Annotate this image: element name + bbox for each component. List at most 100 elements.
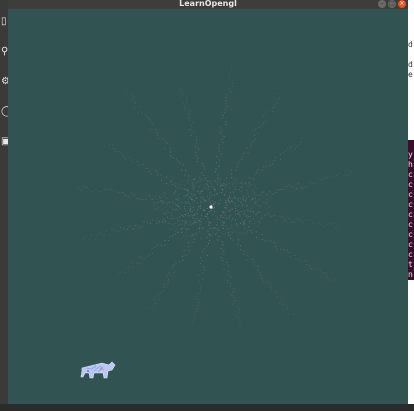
particle [95, 238, 97, 240]
particle [142, 163, 144, 165]
particle [182, 215, 184, 216]
particle [335, 227, 337, 229]
particle [224, 214, 226, 216]
particle [175, 203, 177, 205]
particle [220, 216, 222, 218]
particle [248, 182, 250, 184]
particle [110, 189, 112, 190]
particle [209, 193, 210, 195]
particle [197, 293, 199, 294]
particle [267, 213, 269, 215]
particle [207, 180, 209, 182]
minimize-button[interactable]: – [378, 0, 386, 8]
particle [263, 202, 265, 204]
particle [153, 202, 155, 204]
opengl-window[interactable]: LearnOpengl – □ × [8, 0, 408, 404]
particle [118, 273, 120, 275]
particle [216, 232, 218, 234]
particle [227, 270, 229, 272]
particle [198, 228, 200, 230]
particle [350, 171, 352, 173]
particle [338, 173, 340, 174]
particle [108, 143, 110, 145]
particle [224, 236, 226, 238]
particle [214, 227, 216, 229]
particle [233, 287, 235, 289]
particle [171, 228, 173, 230]
particle [163, 287, 165, 289]
particle [86, 186, 88, 188]
particle [216, 238, 218, 240]
particle [251, 210, 253, 212]
particle [184, 208, 186, 210]
particle [229, 76, 231, 78]
particle [302, 187, 303, 189]
particle [264, 240, 266, 242]
particle [216, 180, 218, 182]
particle [235, 185, 237, 187]
particle [273, 104, 275, 106]
close-button[interactable]: × [398, 0, 406, 8]
particle [248, 177, 250, 179]
particle [219, 185, 221, 187]
particle [133, 100, 135, 102]
particle [131, 192, 133, 194]
particle [113, 148, 115, 150]
particle [234, 196, 236, 198]
particle [263, 122, 265, 124]
particle [205, 187, 207, 189]
particle [247, 230, 249, 232]
maximize-button[interactable]: □ [388, 0, 396, 8]
particle [182, 215, 184, 217]
render-viewport[interactable] [8, 9, 408, 404]
particle [119, 192, 121, 193]
particle [170, 218, 172, 219]
particle [92, 191, 93, 193]
particle [145, 199, 147, 201]
particle [304, 186, 306, 188]
particle [201, 189, 203, 191]
particle [321, 178, 323, 180]
particle [252, 141, 254, 143]
particle [345, 174, 347, 176]
particle [244, 232, 246, 234]
particle [253, 178, 255, 180]
particle [166, 198, 168, 200]
particle [164, 245, 166, 246]
desktop-bottom [0, 404, 414, 411]
particle [206, 254, 208, 256]
particle [234, 300, 236, 302]
particle [255, 231, 257, 233]
window-titlebar[interactable]: LearnOpengl – □ × [8, 0, 408, 9]
particle [266, 202, 267, 204]
particle [262, 115, 264, 117]
particle [229, 73, 231, 75]
particle [162, 138, 164, 140]
particle [196, 139, 198, 141]
particle [181, 220, 183, 222]
particle [203, 199, 205, 201]
particle [187, 182, 189, 184]
particle [164, 140, 166, 142]
particle [266, 110, 268, 112]
particle [171, 215, 173, 217]
particle [182, 259, 184, 261]
particle [217, 179, 219, 181]
particle [174, 222, 176, 224]
particle [251, 232, 253, 234]
particle [260, 205, 262, 207]
particle [247, 209, 248, 211]
particle [173, 271, 175, 273]
terminal-text-top: d d e [408, 40, 413, 79]
particle [230, 209, 232, 210]
particle [232, 232, 234, 233]
particle [257, 211, 259, 213]
particle [224, 179, 226, 181]
particle [166, 176, 168, 178]
particle [177, 195, 179, 197]
particle [258, 211, 260, 213]
particle [250, 220, 252, 222]
particle [306, 264, 308, 266]
particle [105, 230, 107, 232]
particle [126, 228, 128, 230]
